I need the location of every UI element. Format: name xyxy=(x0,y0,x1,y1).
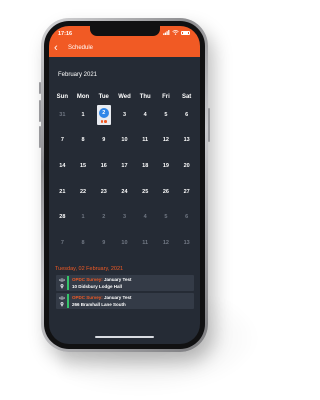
calendar-day[interactable]: 24 xyxy=(114,186,135,198)
calendar-day[interactable]: 9 xyxy=(93,237,114,249)
weekday-label: Thu xyxy=(139,94,151,100)
weekday-label: Sat xyxy=(181,94,192,100)
calendar-day[interactable]: 23 xyxy=(93,186,114,198)
calendar-week: 7 8 9 10 11 12 13 xyxy=(52,237,197,249)
calendar-day[interactable]: 6 xyxy=(176,109,197,121)
battery-icon xyxy=(181,30,190,35)
volume-up-button xyxy=(39,100,41,122)
calendar-day[interactable]: 8 xyxy=(73,134,94,146)
schedule-event[interactable]: OPDC Survey: January Test 266 Bramhall L… xyxy=(56,293,194,309)
location-pin-icon xyxy=(60,302,64,307)
status-icons xyxy=(163,30,190,35)
weekday-label: Sun xyxy=(56,94,69,100)
calendar-day[interactable]: 11 xyxy=(135,134,156,146)
status-bar: 17:16 xyxy=(49,26,200,40)
weekday-label: Fri xyxy=(162,94,170,100)
calendar-day[interactable]: 22 xyxy=(73,186,94,198)
event-title-row: OPDC Survey: January Test xyxy=(59,277,131,282)
event-type-label: OPDC Survey: xyxy=(72,277,103,282)
home-indicator[interactable] xyxy=(95,336,154,338)
calendar-day[interactable]: 2 xyxy=(93,211,114,223)
calendar-day[interactable]: 21 xyxy=(52,186,73,198)
wifi-icon xyxy=(172,30,179,35)
event-title: January Test xyxy=(104,295,132,300)
calendar-day[interactable]: 15 xyxy=(73,160,94,172)
calendar-day[interactable]: 26 xyxy=(156,186,177,198)
calendar-day[interactable]: 14 xyxy=(52,160,73,172)
calendar-day-selected[interactable]: 2 xyxy=(93,105,114,125)
status-time: 17:16 xyxy=(58,31,73,37)
calendar-day[interactable]: 19 xyxy=(156,160,177,172)
calendar-day[interactable]: 6 xyxy=(176,211,197,223)
schedule-event[interactable]: OPDC Survey: January Test 10 Didsbury Lo… xyxy=(56,275,194,291)
event-location: 10 Didsbury Lodge Hall xyxy=(72,284,123,289)
eye-icon[interactable] xyxy=(59,296,65,300)
volume-down-button xyxy=(39,126,41,148)
calendar-day[interactable]: 4 xyxy=(135,109,156,121)
event-location-row: 10 Didsbury Lodge Hall xyxy=(59,284,122,289)
calendar-day[interactable]: 20 xyxy=(176,160,197,172)
camera-notch xyxy=(90,26,160,36)
weekday-label: Wed xyxy=(118,94,131,100)
event-title: January Test xyxy=(104,277,132,282)
location-pin-icon xyxy=(60,284,64,289)
weekday-label: Mon xyxy=(76,94,90,100)
eye-icon[interactable] xyxy=(59,278,65,282)
calendar-day[interactable]: 16 xyxy=(93,160,114,172)
calendar-day[interactable]: 3 xyxy=(114,109,135,121)
power-button xyxy=(208,108,210,142)
event-title-row: OPDC Survey: January Test xyxy=(59,295,131,300)
calendar-day[interactable]: 31 xyxy=(52,109,73,121)
chevron-left-icon[interactable]: ‹ xyxy=(54,42,58,54)
calendar-day[interactable]: 1 xyxy=(73,109,94,121)
event-location-row: 266 Bramhall Lane South xyxy=(59,302,126,307)
nav-bar: ‹ Schedule xyxy=(49,40,200,57)
calendar-day[interactable]: 5 xyxy=(156,211,177,223)
calendar-week: 28 1 2 3 4 5 6 xyxy=(52,211,197,223)
calendar-day[interactable]: 4 xyxy=(135,211,156,223)
side-button xyxy=(39,82,41,94)
event-indicator-dots xyxy=(100,120,107,123)
calendar-day[interactable]: 10 xyxy=(114,134,135,146)
app-screen: 17:16 ‹ Schedule February 2021 Sun Mon T… xyxy=(49,26,200,344)
selected-day-circle: 2 xyxy=(98,108,109,118)
page-title: Schedule xyxy=(68,45,94,51)
calendar-week: 31 1 2 3 4 5 6 xyxy=(52,105,197,125)
event-location: 266 Bramhall Lane South xyxy=(72,302,126,307)
calendar-week: 7 8 9 10 11 12 13 xyxy=(52,134,197,146)
calendar-day[interactable]: 7 xyxy=(52,134,73,146)
calendar-week: 21 22 23 24 25 26 27 xyxy=(52,186,197,198)
calendar-day[interactable]: 12 xyxy=(156,237,177,249)
calendar-day[interactable]: 28 xyxy=(52,211,73,223)
calendar-day[interactable]: 3 xyxy=(114,211,135,223)
selected-date-heading: Tuesday, 02 February, 2021 xyxy=(55,266,124,272)
month-label: February 2021 xyxy=(58,72,98,78)
signal-icon xyxy=(163,30,170,35)
event-type-label: OPDC Survey: xyxy=(72,295,103,300)
calendar-day[interactable]: 1 xyxy=(73,211,94,223)
weekday-header: Sun Mon Tue Wed Thu Fri Sat xyxy=(52,94,197,100)
calendar-day[interactable]: 7 xyxy=(52,237,73,249)
calendar-day[interactable]: 18 xyxy=(135,160,156,172)
calendar-day[interactable]: 13 xyxy=(176,134,197,146)
calendar-day[interactable]: 10 xyxy=(114,237,135,249)
weekday-label: Tue xyxy=(98,94,109,100)
calendar-day[interactable]: 11 xyxy=(135,237,156,249)
calendar-day[interactable]: 12 xyxy=(156,134,177,146)
calendar-day[interactable]: 13 xyxy=(176,237,197,249)
calendar-day[interactable]: 17 xyxy=(114,160,135,172)
calendar-day[interactable]: 27 xyxy=(176,186,197,198)
calendar-day[interactable]: 8 xyxy=(73,237,94,249)
calendar-day[interactable]: 9 xyxy=(93,134,114,146)
calendar-day[interactable]: 25 xyxy=(135,186,156,198)
calendar-week: 14 15 16 17 18 19 20 xyxy=(52,160,197,172)
calendar-day[interactable]: 5 xyxy=(156,109,177,121)
